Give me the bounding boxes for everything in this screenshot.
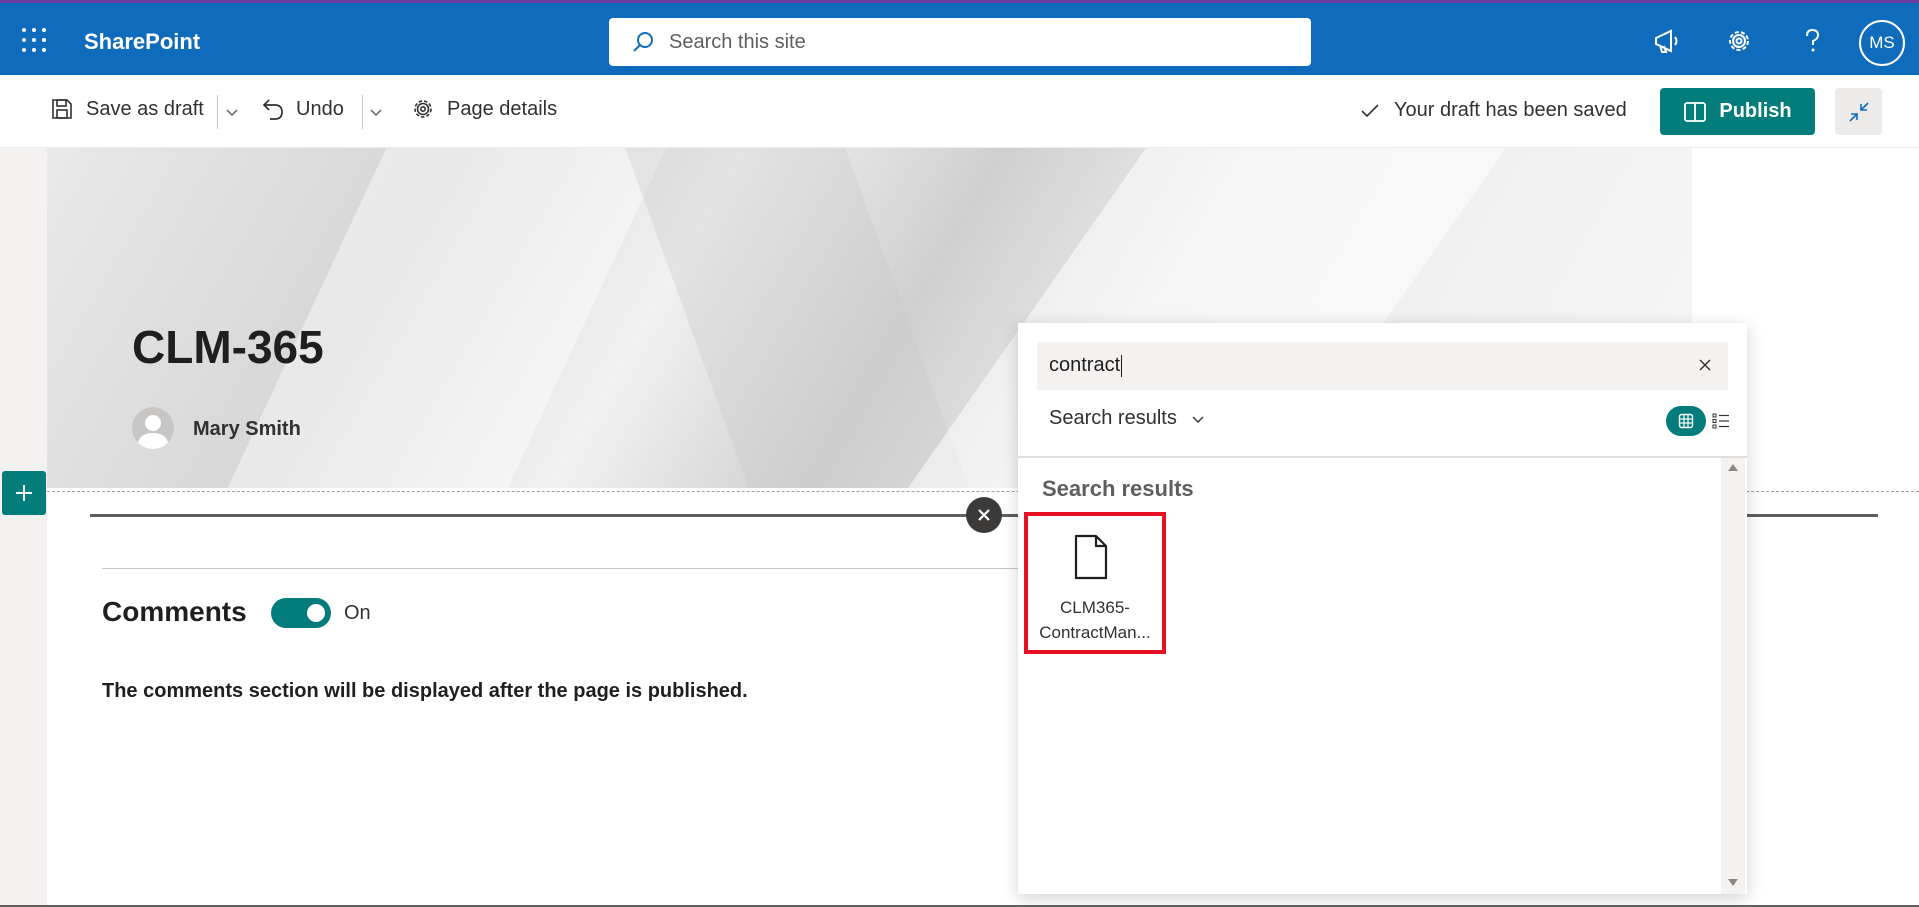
chevron-down-icon[interactable] — [369, 105, 383, 119]
collapse-icon — [1848, 101, 1869, 122]
page-details-label: Page details — [447, 97, 558, 120]
close-toolbox-button[interactable] — [966, 497, 1002, 533]
chevron-down-icon — [1192, 416, 1204, 423]
save-draft-button[interactable]: Save as draft — [50, 97, 204, 121]
file-search-input[interactable]: contract — [1037, 342, 1728, 390]
book-icon — [1684, 101, 1707, 122]
undo-label: Undo — [296, 97, 344, 120]
plus-icon — [16, 485, 32, 501]
undo-icon — [262, 99, 283, 120]
panel-separator — [1018, 456, 1747, 458]
person-icon — [132, 407, 174, 449]
search-scope-label: Search results — [1049, 407, 1177, 429]
comments-toggle-label: On — [344, 602, 371, 624]
author-avatar — [132, 407, 174, 449]
site-search-placeholder: Search this site — [669, 30, 806, 53]
list-view-icon[interactable] — [1712, 413, 1730, 429]
clear-search-icon[interactable] — [1698, 358, 1712, 372]
file-search-value: contract — [1049, 354, 1121, 376]
site-search-box[interactable]: Search this site — [609, 18, 1311, 66]
grid-icon — [1678, 413, 1694, 429]
checkmark-icon — [1361, 103, 1379, 117]
toolbar-divider — [217, 95, 218, 129]
user-avatar[interactable]: MS — [1859, 20, 1905, 66]
search-scope-dropdown[interactable]: Search results — [1049, 407, 1205, 430]
scroll-up-arrow[interactable] — [1728, 464, 1738, 471]
publish-label: Publish — [1719, 100, 1792, 122]
help-icon[interactable] — [1796, 25, 1828, 57]
app-brand[interactable]: SharePoint — [84, 29, 200, 55]
text-caret — [1121, 354, 1123, 377]
file-picker-panel: contract Search results Search results C… — [1018, 323, 1747, 894]
add-section-button[interactable] — [2, 471, 46, 515]
chevron-down-icon[interactable] — [225, 105, 239, 119]
suite-bar: SharePoint Search this site MS — [0, 0, 1919, 75]
command-bar: Save as draft Undo Page details Your dra… — [0, 75, 1919, 148]
waffle-icon[interactable] — [22, 28, 48, 54]
search-icon — [633, 32, 653, 52]
comments-divider — [102, 568, 1022, 569]
comments-heading: Comments — [102, 596, 247, 627]
comments-note: The comments section will be displayed a… — [102, 680, 748, 702]
page-title[interactable]: CLM-365 — [132, 320, 324, 374]
save-draft-label: Save as draft — [86, 97, 204, 120]
result-file-name: CLM365- ContractMan... — [1028, 595, 1162, 645]
close-icon — [978, 509, 990, 521]
search-result-file[interactable]: CLM365- ContractMan... — [1024, 512, 1166, 654]
saved-status: Your draft has been saved — [1360, 99, 1627, 122]
author-name[interactable]: Mary Smith — [193, 418, 301, 441]
grid-view-button[interactable] — [1666, 406, 1706, 436]
comments-toggle[interactable] — [271, 598, 331, 628]
publish-button[interactable]: Publish — [1660, 88, 1815, 135]
save-icon — [52, 99, 72, 119]
results-scrollbar[interactable] — [1721, 458, 1745, 894]
megaphone-icon[interactable] — [1651, 25, 1683, 57]
collapse-button[interactable] — [1835, 88, 1882, 135]
page-details-button[interactable]: Page details — [411, 97, 557, 121]
file-search-value-wrap: contract — [1049, 354, 1123, 377]
scroll-down-arrow[interactable] — [1728, 879, 1738, 886]
results-heading: Search results — [1042, 476, 1194, 501]
saved-status-text: Your draft has been saved — [1394, 99, 1627, 121]
gear-icon — [414, 100, 432, 118]
result-file-name-line2: ContractMan... — [1039, 623, 1151, 642]
result-file-name-line1: CLM365- — [1060, 598, 1130, 617]
undo-button[interactable]: Undo — [262, 97, 344, 121]
document-icon — [1074, 534, 1108, 580]
toggle-knob — [307, 604, 325, 622]
gear-icon[interactable] — [1723, 25, 1755, 57]
toolbar-divider — [362, 95, 363, 129]
